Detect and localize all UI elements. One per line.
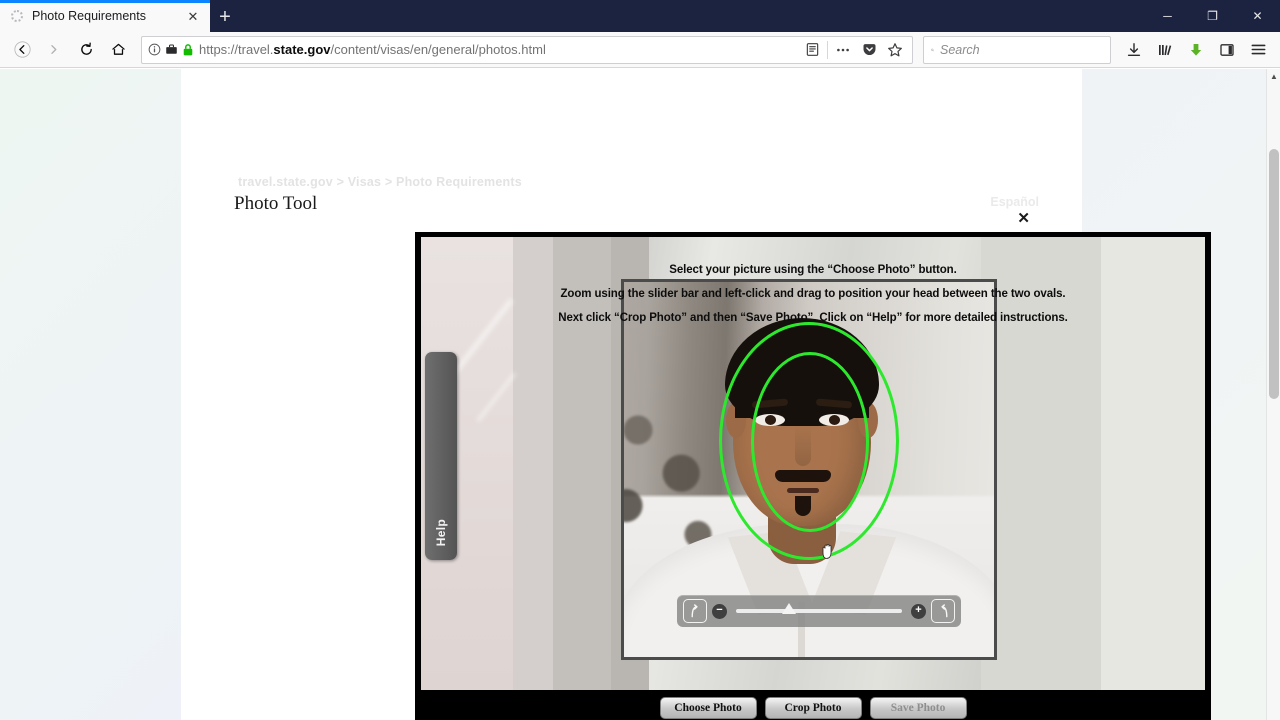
downloads-icon[interactable] <box>1119 35 1149 65</box>
photo-stage[interactable]: Select your picture using the “Choose Ph… <box>421 237 1205 720</box>
window-controls: ─ ❐ ✕ <box>1145 0 1280 32</box>
page-scrollbar[interactable]: ▲ <box>1266 69 1280 720</box>
rotate-left-icon[interactable] <box>683 599 707 623</box>
reload-icon[interactable] <box>71 35 101 65</box>
loading-spinner-icon <box>10 9 24 23</box>
page-content-sheet: travel.state.gov > Visas > Photo Require… <box>181 69 1211 720</box>
zoom-out-button[interactable]: − <box>712 603 727 619</box>
nose <box>795 424 811 466</box>
chin-beard <box>795 496 811 516</box>
forward-arrow-icon[interactable] <box>39 35 69 65</box>
mouth <box>787 488 819 493</box>
bookmark-star-icon[interactable] <box>882 37 908 63</box>
briefcase-icon <box>166 44 177 54</box>
browser-tool-icons <box>1119 35 1273 65</box>
language-link-espanol[interactable]: Español <box>990 195 1039 209</box>
close-icon[interactable]: ✕ <box>184 7 202 25</box>
reader-mode-icon[interactable] <box>799 37 825 63</box>
pocket-download-icon[interactable] <box>1181 35 1211 65</box>
eye-left <box>755 414 785 426</box>
zoom-in-button[interactable]: + <box>911 603 926 619</box>
crop-photo-button[interactable]: Crop Photo <box>764 697 862 719</box>
zoom-slider-toolbar[interactable]: − + <box>677 595 961 627</box>
divider <box>827 40 828 59</box>
navigation-toolbar: https://travel.state.gov/content/visas/e… <box>0 32 1280 68</box>
address-bar-actions <box>799 37 908 63</box>
applet-button-bar: Choose Photo Crop Photo Save Photo v1.0.… <box>415 690 1211 720</box>
lock-icon <box>183 43 193 55</box>
search-icon <box>931 48 934 51</box>
save-photo-button[interactable]: Save Photo <box>869 697 967 719</box>
zoom-slider-track[interactable] <box>736 603 902 614</box>
help-tab-button[interactable]: Help <box>425 352 457 560</box>
hamburger-menu-icon[interactable] <box>1243 35 1273 65</box>
zoom-slider-thumb[interactable] <box>782 603 797 614</box>
home-icon[interactable] <box>103 35 133 65</box>
maximize-button[interactable]: ❐ <box>1190 0 1235 32</box>
browser-window: Photo Requirements ✕ + ─ ❐ ✕ https://tra… <box>0 0 1280 720</box>
close-window-button[interactable]: ✕ <box>1235 0 1280 32</box>
search-bar[interactable] <box>923 35 1111 64</box>
tab-title: Photo Requirements <box>32 9 146 23</box>
back-arrow-icon[interactable] <box>7 35 37 65</box>
eye-right <box>819 414 849 426</box>
new-tab-button[interactable]: + <box>210 2 240 32</box>
page-title: Photo Tool <box>234 193 318 214</box>
sidebar-icon[interactable] <box>1212 35 1242 65</box>
hair <box>725 318 879 426</box>
page-viewport: travel.state.gov > Visas > Photo Require… <box>0 69 1280 720</box>
info-icon <box>148 43 161 56</box>
scroll-up-arrow-icon[interactable]: ▲ <box>1267 69 1280 83</box>
photo-tool-applet: Select your picture using the “Choose Ph… <box>415 232 1211 720</box>
site-identity[interactable] <box>148 43 194 57</box>
breadcrumb: travel.state.gov > Visas > Photo Require… <box>238 175 522 189</box>
address-bar[interactable]: https://travel.state.gov/content/visas/e… <box>141 35 913 64</box>
minimize-button[interactable]: ─ <box>1145 0 1190 32</box>
applet-buttons: Choose Photo Crop Photo Save Photo <box>659 697 967 719</box>
library-icon[interactable] <box>1150 35 1180 65</box>
help-tab-label: Help <box>434 518 448 546</box>
url-text[interactable]: https://travel.state.gov/content/visas/e… <box>199 42 794 57</box>
page-actions-icon[interactable] <box>830 37 856 63</box>
tab-strip: Photo Requirements ✕ + ─ ❐ ✕ <box>0 0 1280 32</box>
choose-photo-button[interactable]: Choose Photo <box>659 697 757 719</box>
mustache <box>775 470 831 482</box>
rotate-right-icon[interactable] <box>931 599 955 623</box>
close-icon[interactable]: ✕ <box>1017 211 1030 226</box>
browser-tab[interactable]: Photo Requirements ✕ <box>0 0 210 32</box>
scrollbar-thumb[interactable] <box>1269 149 1279 399</box>
save-to-pocket-icon[interactable] <box>856 37 882 63</box>
search-input[interactable] <box>940 42 1103 57</box>
